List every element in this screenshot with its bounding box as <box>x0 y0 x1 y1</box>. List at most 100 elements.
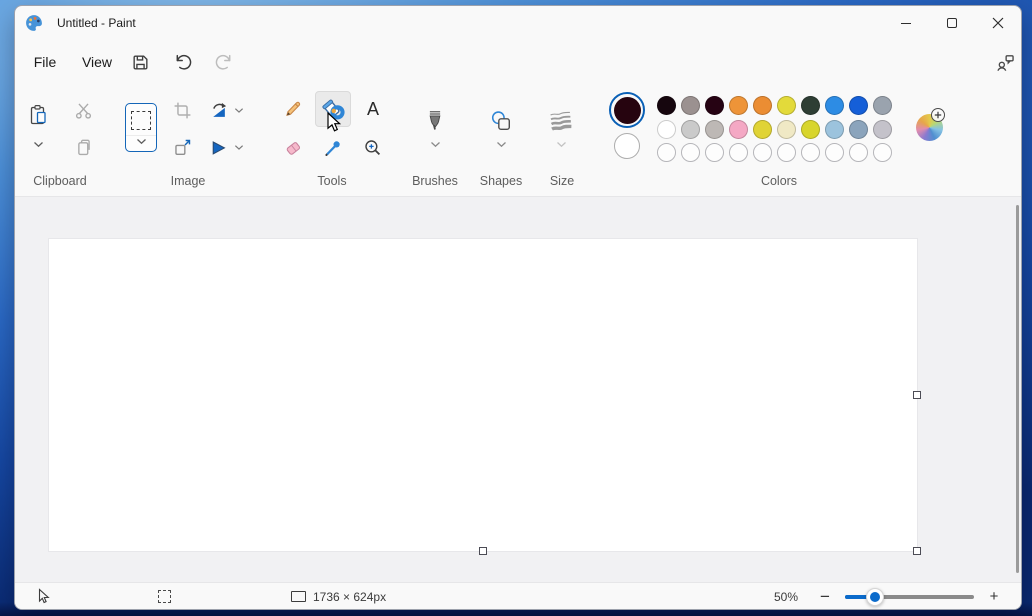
palette-swatch[interactable] <box>681 143 700 162</box>
redo-button[interactable] <box>209 46 239 78</box>
selection-size-icon <box>158 590 171 603</box>
palette-swatch[interactable] <box>825 120 844 139</box>
maximize-icon <box>947 18 957 28</box>
palette-swatch[interactable] <box>753 120 772 139</box>
size-button[interactable] <box>544 103 578 139</box>
palette-swatch[interactable] <box>873 96 892 115</box>
palette-swatch[interactable] <box>825 96 844 115</box>
chevron-down-icon[interactable] <box>33 141 44 148</box>
eyedropper-icon <box>323 138 343 158</box>
copy-button[interactable] <box>68 132 98 162</box>
cut-button[interactable] <box>68 95 98 125</box>
chevron-down-icon <box>234 144 244 151</box>
menubar: File View <box>15 40 1021 83</box>
palette-swatch[interactable] <box>777 143 796 162</box>
group-label-colors: Colors <box>761 174 797 188</box>
group-label-clipboard: Clipboard <box>33 174 87 188</box>
shapes-dropdown-chevron[interactable] <box>495 139 507 149</box>
crop-button[interactable] <box>167 95 197 125</box>
palette-swatch[interactable] <box>681 96 700 115</box>
palette-swatch[interactable] <box>705 120 724 139</box>
paste-button[interactable] <box>20 97 56 159</box>
palette-swatch[interactable] <box>825 143 844 162</box>
palette-swatch[interactable] <box>801 96 820 115</box>
palette-swatch[interactable] <box>729 96 748 115</box>
undo-button[interactable] <box>168 46 198 78</box>
palette-swatch[interactable] <box>681 120 700 139</box>
palette-swatch[interactable] <box>753 143 772 162</box>
zoom-out-button[interactable]: − <box>813 583 837 610</box>
palette-swatch[interactable] <box>729 120 748 139</box>
text-tool-button[interactable]: A <box>357 93 389 125</box>
fill-tool-button[interactable] <box>315 91 351 127</box>
brushes-button[interactable] <box>418 103 452 139</box>
canvas-size-text: 1736 × 624px <box>313 590 386 604</box>
feedback-button[interactable] <box>992 46 1018 78</box>
select-tool-button[interactable] <box>125 103 157 152</box>
palette-swatch[interactable] <box>705 143 724 162</box>
color-picker-tool-button[interactable] <box>317 132 349 164</box>
copy-icon <box>74 138 93 157</box>
pencil-tool-button[interactable] <box>277 93 309 125</box>
zoom-in-button[interactable]: + <box>982 583 1006 610</box>
color1-swatch[interactable] <box>609 92 645 128</box>
palette-swatch[interactable] <box>777 120 796 139</box>
maximize-button[interactable] <box>929 6 975 40</box>
titlebar: Untitled - Paint <box>15 6 1021 40</box>
rotate-dropdown-chevron[interactable] <box>232 104 246 116</box>
palette-swatch[interactable] <box>657 143 676 162</box>
palette-swatch[interactable] <box>777 96 796 115</box>
menu-file[interactable]: File <box>23 46 67 78</box>
canvas-resize-handle-corner[interactable] <box>913 547 921 555</box>
drawing-canvas[interactable] <box>49 239 917 551</box>
canvas-size-icon <box>291 591 306 602</box>
magnifier-tool-button[interactable] <box>357 132 389 164</box>
palette-swatch[interactable] <box>873 143 892 162</box>
palette-swatch[interactable] <box>873 120 892 139</box>
palette-swatch[interactable] <box>801 120 820 139</box>
palette-swatch[interactable] <box>753 96 772 115</box>
zoom-slider-thumb[interactable] <box>866 588 884 606</box>
zoom-slider[interactable] <box>845 583 974 610</box>
brush-icon <box>424 109 446 133</box>
color2-swatch[interactable] <box>614 133 640 159</box>
shapes-button[interactable] <box>484 103 518 139</box>
chevron-down-icon[interactable] <box>136 138 147 145</box>
zoom-slider-track[interactable] <box>845 595 974 599</box>
resize-icon <box>173 138 192 157</box>
close-button[interactable] <box>975 6 1021 40</box>
save-button[interactable] <box>125 46 155 78</box>
window-controls <box>883 6 1021 40</box>
canvas-resize-handle-right[interactable] <box>913 391 921 399</box>
palette-swatch[interactable] <box>657 120 676 139</box>
flip-button[interactable] <box>203 132 233 162</box>
palette-swatch[interactable] <box>657 96 676 115</box>
palette-swatch[interactable] <box>849 143 868 162</box>
paint-app-icon <box>24 13 44 33</box>
canvas-resize-handle-bottom[interactable] <box>479 547 487 555</box>
eraser-tool-button[interactable] <box>277 132 309 164</box>
flip-icon <box>209 138 228 157</box>
minimize-button[interactable] <box>883 6 929 40</box>
palette-swatch[interactable] <box>705 96 724 115</box>
group-label-shapes: Shapes <box>480 174 522 188</box>
ribbon-toolbar: Clipboard <box>15 83 1021 197</box>
flip-dropdown-chevron[interactable] <box>232 141 246 153</box>
palette-swatch[interactable] <box>849 96 868 115</box>
palette-swatch[interactable] <box>729 143 748 162</box>
crop-icon <box>173 101 192 120</box>
chevron-down-icon <box>430 141 441 148</box>
minimize-icon <box>901 23 911 24</box>
size-dropdown-chevron[interactable] <box>555 139 567 149</box>
window-title: Untitled - Paint <box>57 16 136 30</box>
resize-button[interactable] <box>167 132 197 162</box>
chevron-down-icon <box>556 141 567 148</box>
palette-swatch[interactable] <box>849 120 868 139</box>
add-color-plus-icon <box>931 108 945 122</box>
paste-clipboard-icon <box>27 103 49 132</box>
rotate-button[interactable] <box>203 95 233 125</box>
palette-swatch[interactable] <box>801 143 820 162</box>
brushes-dropdown-chevron[interactable] <box>429 139 441 149</box>
vertical-scrollbar[interactable] <box>1016 205 1019 573</box>
menu-view[interactable]: View <box>71 46 123 78</box>
